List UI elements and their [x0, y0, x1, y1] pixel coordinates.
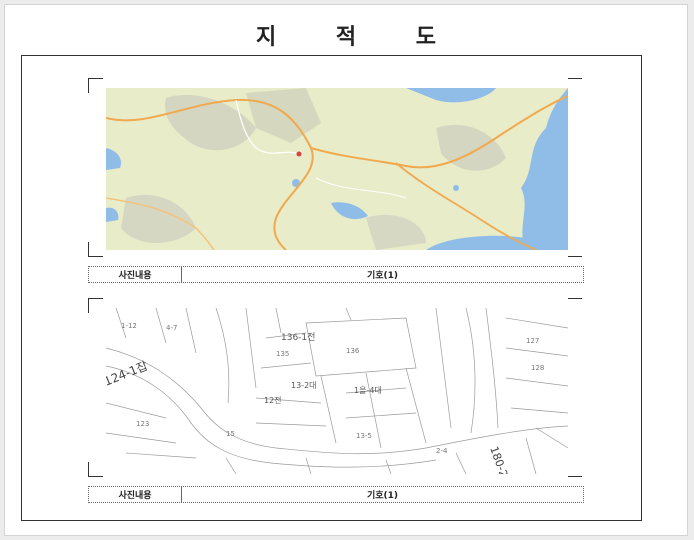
- svg-text:136: 136: [346, 347, 360, 355]
- lot-label: 136-1전: [281, 332, 315, 343]
- crop-mark-top-left: [88, 78, 103, 93]
- crop-mark-top-right: [568, 298, 582, 313]
- crop-mark-bottom-left: [88, 242, 103, 257]
- caption-value: 기호(1): [366, 271, 399, 281]
- svg-text:123: 123: [136, 420, 149, 428]
- document-frame: 사진내용 기호(1) 1-12 4-7 135 136 127 128 123 …: [21, 55, 642, 521]
- caption-label: 사진내용: [89, 267, 182, 282]
- crop-mark-bottom-right: [568, 462, 582, 477]
- cadastral-map-svg: 1-12 4-7 135 136 127 128 123 15 2-4 13-5…: [106, 308, 568, 474]
- crop-mark-top-right: [568, 78, 582, 93]
- caption-label: 사진내용: [89, 487, 182, 502]
- caption-row-map: 사진내용 기호(1): [88, 266, 584, 283]
- caption-value: 기호(1): [366, 491, 399, 501]
- lot-label: 13-2대: [291, 381, 317, 390]
- svg-text:4-7: 4-7: [166, 324, 177, 332]
- lot-label: 1을-4대: [354, 386, 382, 395]
- map-lake: [453, 185, 459, 191]
- svg-text:135: 135: [276, 350, 289, 358]
- svg-text:13-5: 13-5: [356, 432, 372, 440]
- cadastral-map-image[interactable]: 1-12 4-7 135 136 127 128 123 15 2-4 13-5…: [106, 308, 568, 474]
- crop-mark-top-left: [88, 298, 103, 313]
- svg-text:15: 15: [226, 430, 235, 438]
- lot-label: 180-2: [487, 445, 510, 474]
- crop-mark-bottom-left: [88, 462, 103, 477]
- lot-label: 124-1잡: [106, 359, 150, 389]
- document-title: 지 적 도: [255, 25, 463, 50]
- location-map-svg: [106, 88, 568, 250]
- location-marker: [296, 151, 302, 157]
- parcel-numbers: 1-12 4-7 135 136 127 128 123 15 2-4 13-5: [121, 322, 544, 455]
- location-map-image[interactable]: [106, 88, 568, 250]
- crop-mark-bottom-right: [568, 242, 582, 257]
- svg-text:1-12: 1-12: [121, 322, 137, 330]
- svg-text:128: 128: [531, 364, 544, 372]
- lot-label: 12전: [264, 395, 282, 405]
- document-page: 지 적 도 사진내용 기호(1) 1-12 4-7 135 136 127 12…: [4, 4, 688, 536]
- svg-text:127: 127: [526, 337, 539, 345]
- svg-text:2-4: 2-4: [436, 447, 448, 455]
- caption-row-cadastral: 사진내용 기호(1): [88, 486, 584, 503]
